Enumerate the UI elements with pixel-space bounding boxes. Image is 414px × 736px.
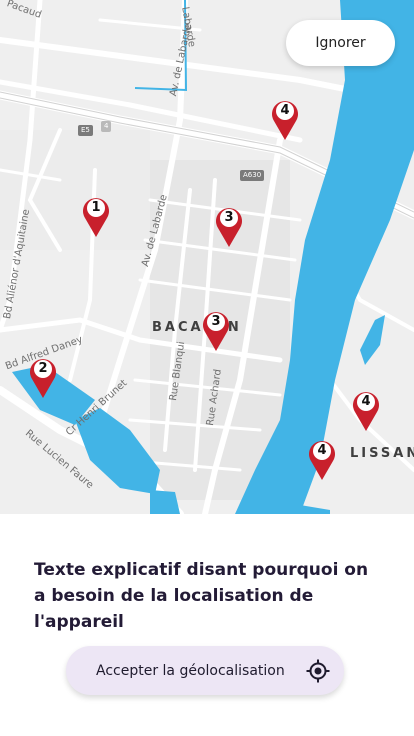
map-marker[interactable]: 3 bbox=[201, 308, 231, 352]
map-background bbox=[0, 0, 414, 514]
accept-geolocation-label: Accepter la géolocalisation bbox=[96, 662, 285, 679]
map-marker[interactable]: 3 bbox=[214, 204, 244, 248]
marker-count: 4 bbox=[317, 443, 327, 458]
marker-count: 4 bbox=[280, 103, 290, 118]
map-marker[interactable]: 1 bbox=[81, 194, 111, 238]
map-marker[interactable]: 4 bbox=[270, 97, 300, 141]
marker-count: 3 bbox=[224, 210, 234, 225]
gps-locate-icon bbox=[306, 659, 330, 683]
marker-count: 4 bbox=[361, 394, 371, 409]
marker-count: 2 bbox=[38, 361, 48, 376]
road-shield-n4: 4 bbox=[101, 121, 112, 132]
map-marker[interactable]: 4 bbox=[351, 388, 381, 432]
explanation-text: Texte explicatif disant pourquoi on a be… bbox=[34, 560, 369, 632]
map-marker[interactable]: 4 bbox=[307, 437, 337, 481]
marker-count: 3 bbox=[211, 314, 221, 329]
road-shield-e5: E5 bbox=[78, 125, 93, 136]
marker-count: 1 bbox=[91, 200, 101, 215]
map-marker[interactable]: 2 bbox=[28, 355, 58, 399]
district-label-lissan: LISSAN bbox=[350, 446, 414, 461]
location-permission-sheet: Texte explicatif disant pourquoi on a be… bbox=[0, 514, 414, 736]
road-shield-a630: A630 bbox=[240, 170, 265, 181]
skip-button[interactable]: Ignorer bbox=[286, 20, 395, 66]
map-view[interactable]: Pacaud Labarde Av. de Labarde Av. de Lab… bbox=[0, 0, 414, 514]
accept-geolocation-button[interactable]: Accepter la géolocalisation bbox=[66, 646, 344, 695]
